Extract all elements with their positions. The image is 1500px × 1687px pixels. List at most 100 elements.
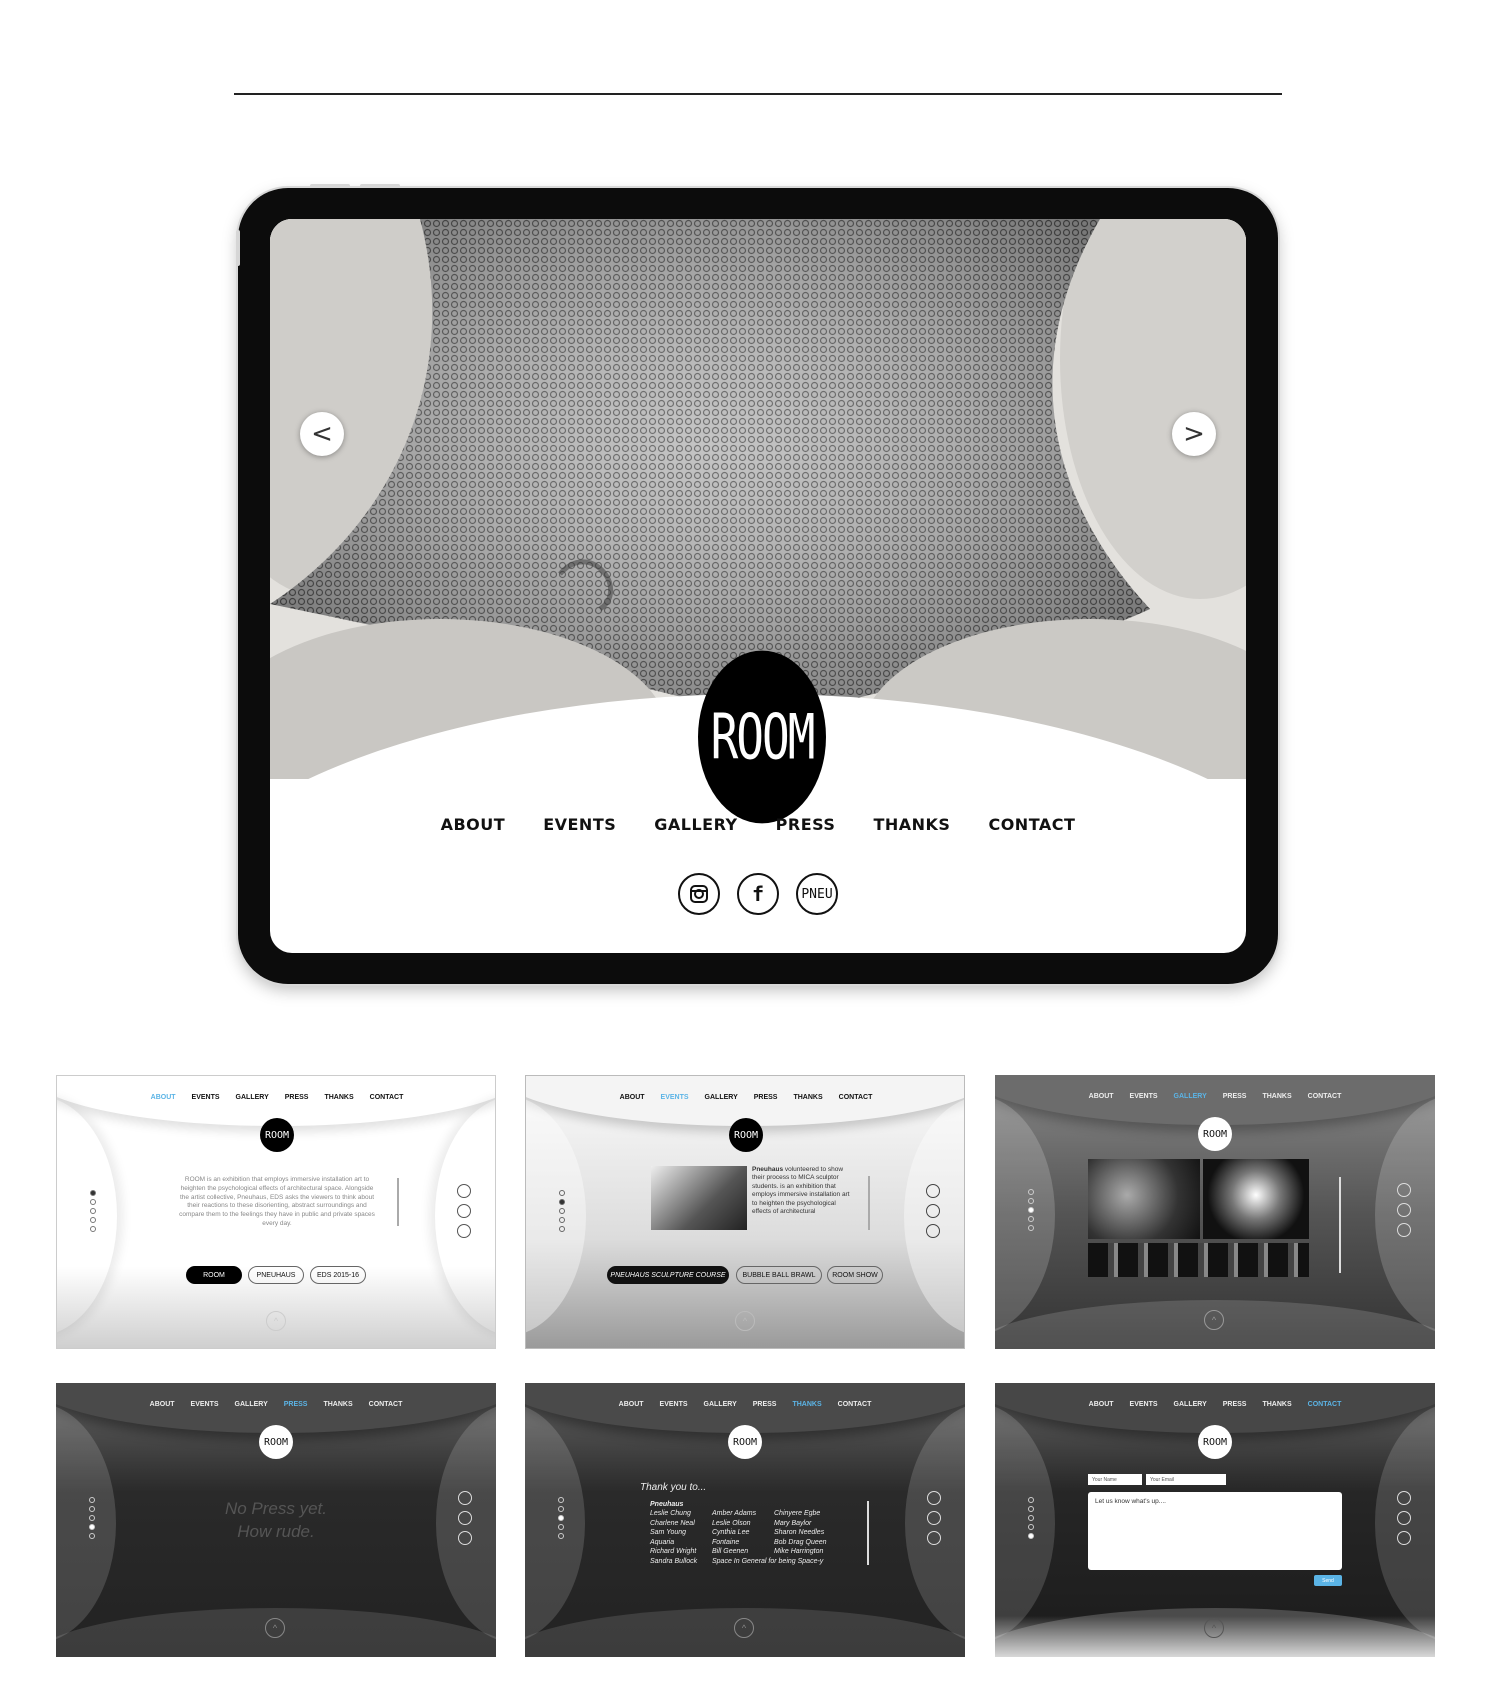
thumb-nav-press[interactable]: PRESS [1223, 1093, 1247, 1100]
thumb-nav-about[interactable]: ABOUT [1089, 1093, 1114, 1100]
contact-email-field[interactable]: Your Email [1146, 1474, 1226, 1485]
instagram-icon[interactable] [1397, 1491, 1411, 1505]
nav-gallery[interactable]: GALLERY [654, 815, 737, 834]
pneu-icon[interactable] [926, 1224, 940, 1238]
thumb-logo[interactable]: ROOM [729, 1118, 763, 1152]
thumb-gallery-strip[interactable] [1088, 1243, 1309, 1277]
thumb-scrollbar[interactable] [397, 1178, 399, 1226]
chevron-up-icon[interactable]: ^ [265, 1618, 285, 1638]
thumb-nav-about[interactable]: ABOUT [1089, 1401, 1114, 1408]
facebook-icon[interactable] [927, 1511, 941, 1525]
thumb-pill-bubble-ball[interactable]: BUBBLE BALL BRAWL [736, 1266, 822, 1284]
thumb-nav-thanks[interactable]: THANKS [792, 1401, 821, 1408]
thumb-nav-thanks[interactable]: THANKS [793, 1094, 822, 1101]
thumb-logo[interactable]: ROOM [259, 1425, 293, 1459]
chevron-up-icon[interactable]: ^ [1204, 1618, 1224, 1638]
thumb-logo[interactable]: ROOM [1198, 1425, 1232, 1459]
thumb-nav-about[interactable]: ABOUT [150, 1401, 175, 1408]
thumb-nav-press[interactable]: PRESS [285, 1094, 309, 1101]
thumb-logo[interactable]: ROOM [728, 1425, 762, 1459]
thumb-nav-about[interactable]: ABOUT [151, 1094, 176, 1101]
facebook-icon[interactable] [926, 1204, 940, 1218]
room-logo[interactable]: ROOM [698, 650, 826, 824]
facebook-icon[interactable] [458, 1511, 472, 1525]
thumb-nav-about[interactable]: ABOUT [619, 1401, 644, 1408]
thumb-scrollbar[interactable] [1339, 1177, 1341, 1273]
contact-name-field[interactable]: Your Name [1088, 1474, 1142, 1485]
thumb-nav-contact[interactable]: CONTACT [839, 1094, 873, 1101]
thumb-nav-thanks[interactable]: THANKS [323, 1401, 352, 1408]
thumb-nav-about[interactable]: ABOUT [620, 1094, 645, 1101]
contact-message-field[interactable]: Let us know what's up.... [1088, 1492, 1342, 1570]
thumb-nav-events[interactable]: EVENTS [661, 1094, 689, 1101]
thumb-nav-contact[interactable]: CONTACT [1308, 1401, 1342, 1408]
facebook-button[interactable]: f [737, 873, 779, 915]
pneu-icon[interactable] [927, 1531, 941, 1545]
instagram-icon[interactable] [457, 1184, 471, 1198]
thumb-logo[interactable]: ROOM [1198, 1117, 1232, 1151]
thumb-nav-gallery[interactable]: GALLERY [236, 1094, 269, 1101]
pneu-icon[interactable] [1397, 1531, 1411, 1545]
thumb-nav-events[interactable]: EVENTS [1130, 1401, 1158, 1408]
thumb-pill-room[interactable]: ROOM [186, 1266, 242, 1284]
thumb-nav-thanks[interactable]: THANKS [1262, 1093, 1291, 1100]
chevron-up-icon[interactable]: ^ [266, 1311, 286, 1331]
instagram-button[interactable] [678, 873, 720, 915]
pneu-icon[interactable] [1397, 1223, 1411, 1237]
facebook-icon[interactable] [457, 1204, 471, 1218]
nav-thanks[interactable]: THANKS [873, 815, 950, 834]
thumb-gallery-image[interactable] [1088, 1159, 1200, 1239]
thumb-scrollbar[interactable] [867, 1501, 869, 1565]
thumb-scrollbar[interactable] [868, 1176, 870, 1230]
nav-press[interactable]: PRESS [776, 815, 836, 834]
instagram-icon[interactable] [926, 1184, 940, 1198]
thumb-pill-sculpture-course[interactable]: PNEUHAUS SCULPTURE COURSE [607, 1266, 729, 1284]
chevron-up-icon[interactable]: ^ [735, 1311, 755, 1331]
thumb-pill-room-show[interactable]: ROOM SHOW [827, 1266, 883, 1284]
thumb-nav-press[interactable]: PRESS [284, 1401, 308, 1408]
thumb-nav-events[interactable]: EVENTS [1130, 1093, 1158, 1100]
thumb-nav-gallery[interactable]: GALLERY [705, 1094, 738, 1101]
nav-contact[interactable]: CONTACT [988, 815, 1075, 834]
instagram-icon[interactable] [1397, 1183, 1411, 1197]
facebook-icon[interactable] [1397, 1511, 1411, 1525]
thumb-nav-events[interactable]: EVENTS [192, 1094, 220, 1101]
thumb-nav-contact[interactable]: CONTACT [1308, 1093, 1342, 1100]
pneu-button[interactable]: PNEU [796, 873, 838, 915]
thumb-nav-press[interactable]: PRESS [754, 1094, 778, 1101]
thumb-gallery-image[interactable] [1203, 1159, 1309, 1239]
thumb-page-dots[interactable] [559, 1190, 565, 1232]
thumb-nav-contact[interactable]: CONTACT [369, 1401, 403, 1408]
contact-send-button[interactable]: Send [1314, 1575, 1342, 1586]
thumb-nav-gallery[interactable]: GALLERY [1174, 1401, 1207, 1408]
thumb-nav-contact[interactable]: CONTACT [838, 1401, 872, 1408]
thumb-nav-press[interactable]: PRESS [753, 1401, 777, 1408]
thumb-logo[interactable]: ROOM [260, 1118, 294, 1152]
facebook-icon[interactable] [1397, 1203, 1411, 1217]
thumb-nav-gallery[interactable]: GALLERY [235, 1401, 268, 1408]
pneu-icon[interactable] [457, 1224, 471, 1238]
thumb-pill-eds[interactable]: EDS 2015-16 [310, 1266, 366, 1284]
thumb-page-dots[interactable] [558, 1497, 564, 1539]
instagram-icon[interactable] [458, 1491, 472, 1505]
thumb-page-dots[interactable] [1028, 1189, 1034, 1231]
thumb-pill-pneuhaus[interactable]: PNEUHAUS [248, 1266, 304, 1284]
thumb-nav-thanks[interactable]: THANKS [324, 1094, 353, 1101]
thumb-nav-gallery[interactable]: GALLERY [704, 1401, 737, 1408]
chevron-up-icon[interactable]: ^ [1204, 1310, 1224, 1330]
thumb-nav-thanks[interactable]: THANKS [1262, 1401, 1291, 1408]
thumb-nav-contact[interactable]: CONTACT [370, 1094, 404, 1101]
next-slide-button[interactable]: > [1172, 412, 1216, 456]
thumb-nav-gallery[interactable]: GALLERY [1174, 1093, 1207, 1100]
thumb-nav-events[interactable]: EVENTS [660, 1401, 688, 1408]
thumb-page-dots[interactable] [90, 1190, 96, 1232]
thumb-nav-events[interactable]: EVENTS [191, 1401, 219, 1408]
thumb-nav-press[interactable]: PRESS [1223, 1401, 1247, 1408]
instagram-icon[interactable] [927, 1491, 941, 1505]
nav-about[interactable]: ABOUT [441, 815, 506, 834]
prev-slide-button[interactable]: < [300, 412, 344, 456]
thumb-page-dots[interactable] [1028, 1497, 1034, 1539]
pneu-icon[interactable] [458, 1531, 472, 1545]
chevron-up-icon[interactable]: ^ [734, 1618, 754, 1638]
nav-events[interactable]: EVENTS [543, 815, 616, 834]
